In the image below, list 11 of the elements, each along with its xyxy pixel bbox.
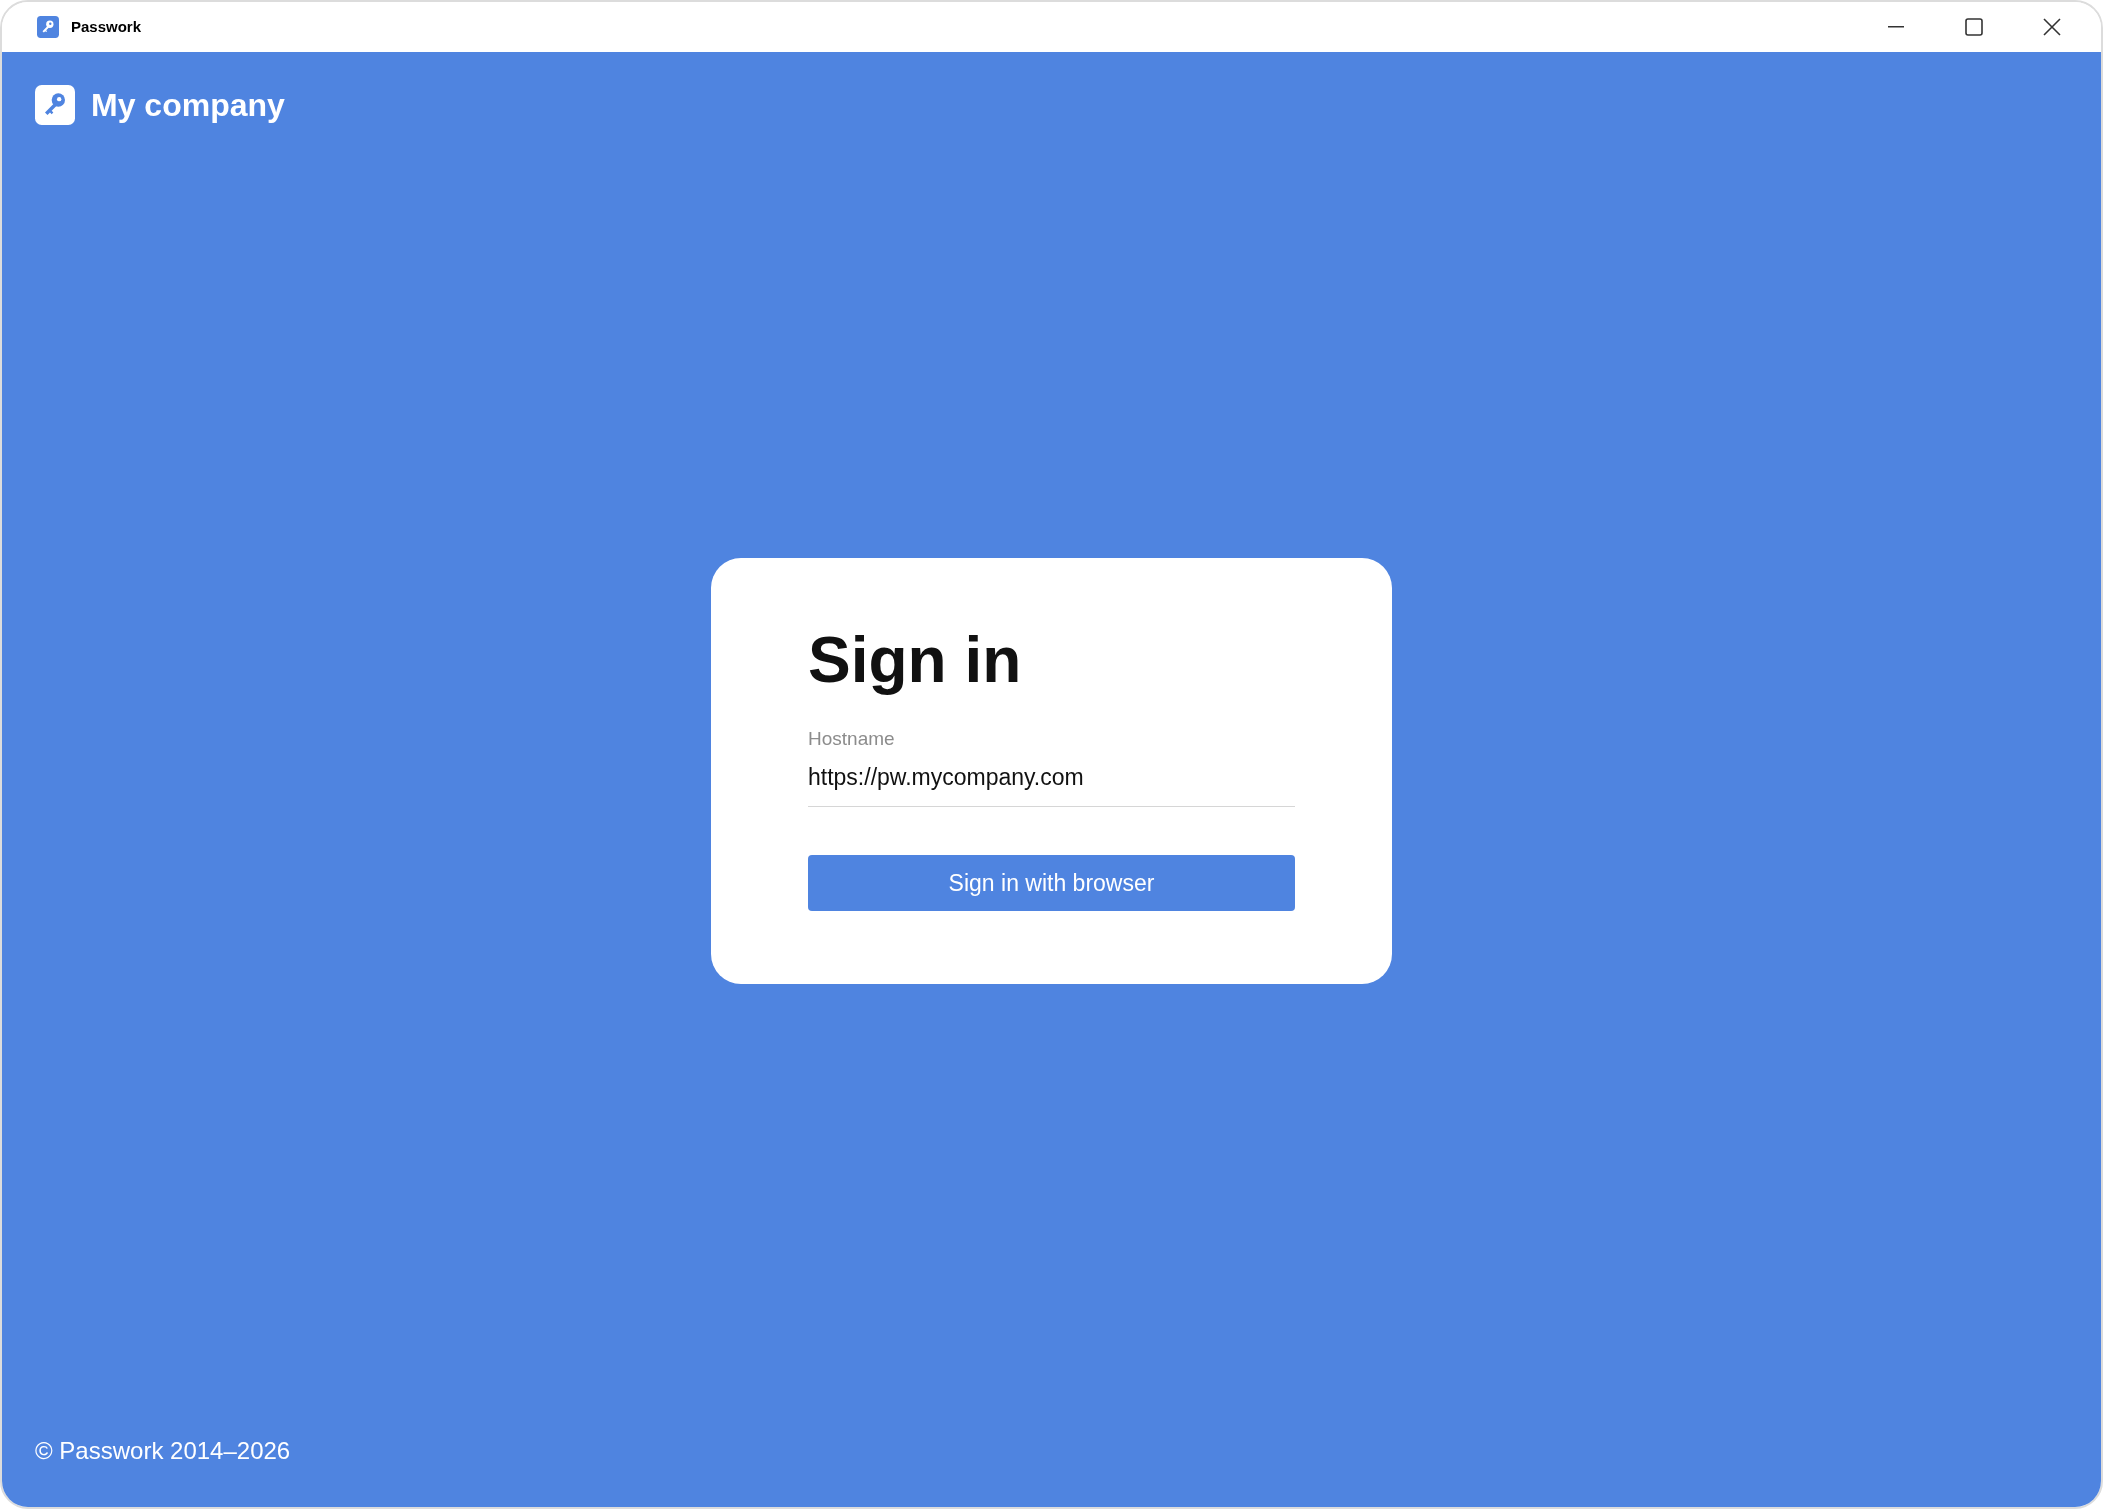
signin-browser-button[interactable]: Sign in with browser xyxy=(808,855,1295,911)
company-name: My company xyxy=(91,86,285,125)
maximize-icon xyxy=(1965,18,1983,36)
close-icon xyxy=(2043,18,2061,36)
hostname-label: Hostname xyxy=(808,727,896,751)
copyright: © Passwork 2014–2026 xyxy=(35,1436,292,1466)
minimize-icon xyxy=(1888,26,1904,28)
app-icon xyxy=(37,16,59,38)
logo-icon xyxy=(35,85,75,125)
hostname-field[interactable]: https://pw.mycompany.com xyxy=(808,759,1295,807)
window-title: Passwork xyxy=(71,16,142,37)
